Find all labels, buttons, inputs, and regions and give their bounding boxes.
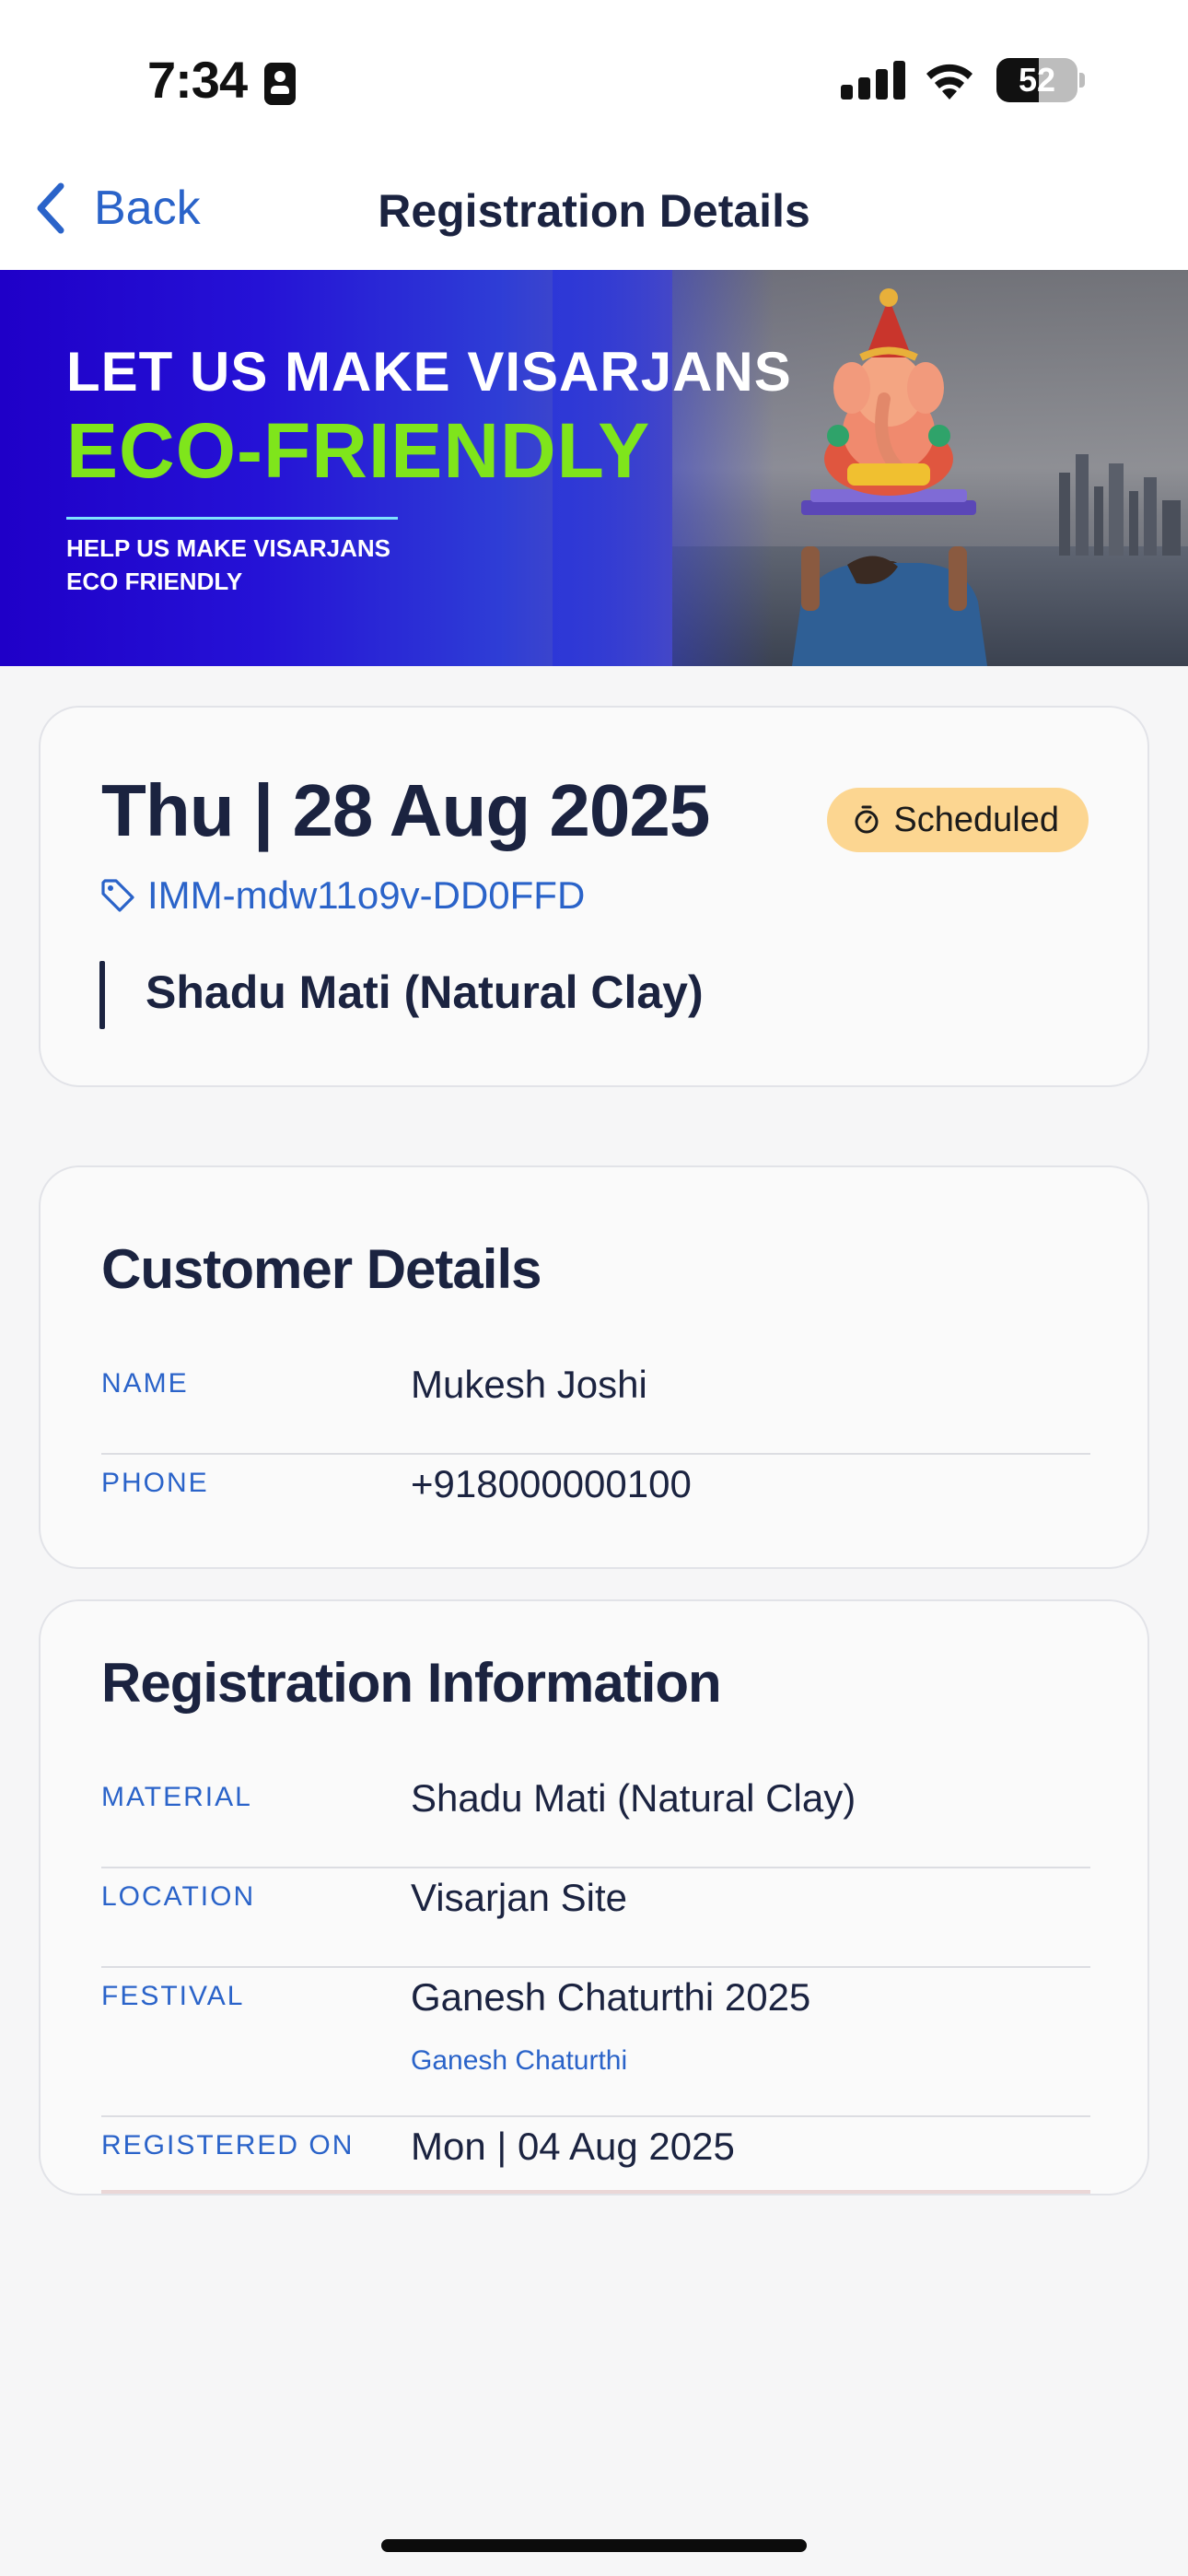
row-label: LOCATION [101,1881,256,1912]
registration-details-screen: 7:34 52 Back Registration Details LET US… [0,0,1188,2576]
row-divider [101,1453,1090,1455]
registration-summary-card: Thu | 28 Aug 2025 Scheduled IMM-mdw11o9v… [39,706,1149,1087]
status-time: 7:34 [147,51,248,109]
banner-highlight: ECO-FRIENDLY [66,407,651,494]
row-label: PHONE [101,1468,209,1498]
cellular-signal-icon [841,61,905,100]
id-card-icon [264,63,296,105]
location-row: LOCATION Visarjan Site [101,1870,1090,1970]
customer-details-title: Customer Details [101,1238,542,1300]
battery-icon: 52 [996,58,1085,102]
customer-phone: +918000000100 [411,1462,692,1505]
navigation-bar: Back Registration Details [0,147,1188,270]
row-label: MATERIAL [101,1782,252,1812]
row-label: REGISTERED ON [101,2130,355,2160]
status-badge: Scheduled [827,788,1089,852]
status-bar: 7:34 52 [0,0,1188,147]
material-accent-bar [99,961,105,1029]
tag-icon [101,879,134,912]
status-label: Scheduled [893,800,1059,839]
material-title: Shadu Mati (Natural Clay) [146,966,704,1018]
row-label: FESTIVAL [101,1981,245,2011]
registered-on-row: REGISTERED ON Mon | 04 Aug 2025 [101,2119,1090,2193]
registration-id-text: IMM-mdw11o9v-DD0FFD [147,873,586,917]
card-bottom-accent [101,2190,1090,2194]
visarjan-date: Thu | 28 Aug 2025 [101,769,710,851]
customer-phone-row: PHONE +918000000100 [101,1457,1090,1556]
registered-on-value: Mon | 04 Aug 2025 [411,2125,735,2168]
home-indicator[interactable] [381,2539,807,2552]
banner-subtext: HELP US MAKE VISARJANS ECO FRIENDLY [66,534,391,595]
row-divider [101,2115,1090,2117]
festival-row: FESTIVAL Ganesh Chaturthi 2025 Ganesh Ch… [101,1970,1090,2119]
ganesh-idol-image [792,288,987,666]
row-divider [101,1867,1090,1868]
page-title: Registration Details [378,185,810,237]
row-divider [101,1966,1090,1968]
banner-headline: LET US MAKE VISARJANS [66,341,792,403]
city-skyline-image [1059,454,1181,556]
row-label: NAME [101,1368,189,1399]
eco-friendly-banner: LET US MAKE VISARJANS ECO-FRIENDLY HELP … [0,270,1188,666]
festival-value: Ganesh Chaturthi 2025 [411,1975,811,2019]
material-value: Shadu Mati (Natural Clay) [411,1776,856,1820]
timer-icon [855,805,879,834]
location-value: Visarjan Site [411,1876,628,1919]
wifi-icon [926,64,973,100]
festival-type: Ganesh Chaturthi [411,2045,628,2076]
registration-id: IMM-mdw11o9v-DD0FFD [99,873,585,918]
banner-divider [66,517,398,520]
customer-details-card: Customer Details NAME Mukesh Joshi PHONE… [39,1165,1149,1569]
material-row: MATERIAL Shadu Mati (Natural Clay) [101,1771,1090,1870]
customer-name-row: NAME Mukesh Joshi [101,1357,1090,1457]
battery-level: 52 [1018,61,1056,99]
registration-information-title: Registration Information [101,1652,722,1714]
registration-information-card: Registration Information MATERIAL Shadu … [39,1599,1149,2195]
customer-name: Mukesh Joshi [411,1363,647,1406]
